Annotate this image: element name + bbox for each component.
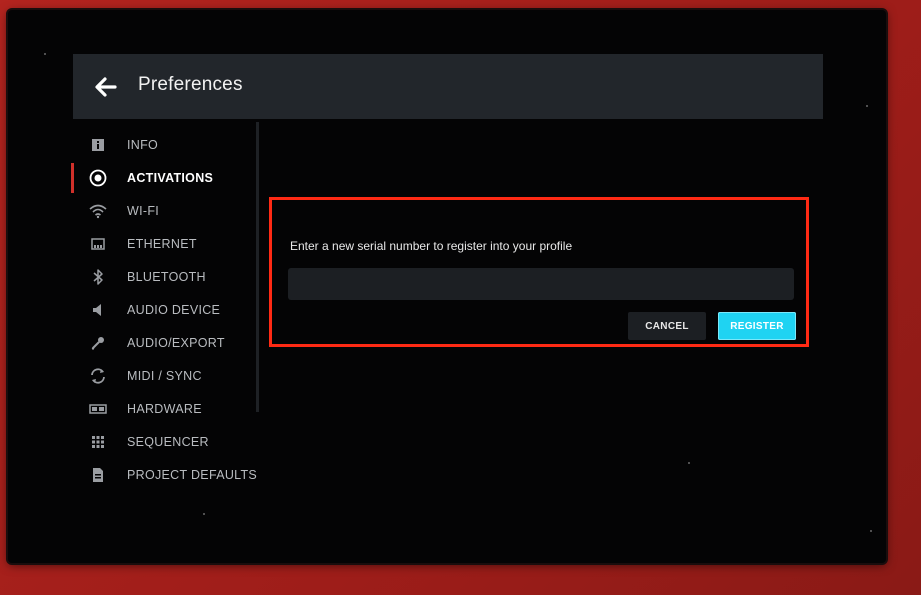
active-indicator: [71, 163, 74, 193]
sequencer-grid-icon: [89, 433, 107, 451]
screen-speck: [44, 53, 46, 55]
sidebar-item-label: PROJECT DEFAULTS: [127, 468, 258, 482]
sidebar-item-midi-sync[interactable]: MIDI / SYNC: [71, 361, 256, 391]
sidebar-item-label: HARDWARE: [127, 402, 202, 416]
info-icon: [89, 136, 107, 154]
ethernet-icon: [89, 235, 107, 253]
sidebar-item-wifi[interactable]: WI-FI: [71, 196, 256, 226]
speaker-icon: [89, 301, 107, 319]
sidebar-item-audio-device[interactable]: AUDIO DEVICE: [71, 295, 256, 325]
page-title: Preferences: [138, 74, 243, 95]
wifi-icon: [89, 202, 107, 220]
microphone-icon: [89, 334, 107, 352]
touch-screen: Preferences INFO ACTIVATIONS WI-FI ETHER…: [8, 10, 886, 563]
back-button[interactable]: [91, 72, 121, 102]
sidebar-item-label: BLUETOOTH: [127, 270, 206, 284]
device-frame: Preferences INFO ACTIVATIONS WI-FI ETHER…: [0, 0, 921, 595]
serial-number-input[interactable]: [288, 268, 794, 300]
sidebar-item-info[interactable]: INFO: [71, 130, 256, 160]
sidebar-item-project-defaults[interactable]: PROJECT DEFAULTS: [71, 460, 258, 490]
document-icon: [89, 466, 107, 484]
sidebar-item-ethernet[interactable]: ETHERNET: [71, 229, 256, 259]
screen-speck: [203, 513, 205, 515]
sidebar-item-sequencer[interactable]: SEQUENCER: [71, 427, 256, 457]
sidebar-item-label: ETHERNET: [127, 237, 197, 251]
screen-speck: [688, 462, 690, 464]
sidebar-item-label: SEQUENCER: [127, 435, 209, 449]
activations-icon: [89, 169, 107, 187]
arrow-left-icon: [95, 77, 117, 97]
register-button[interactable]: REGISTER: [718, 312, 796, 340]
register-serial-dialog: Enter a new serial number to register in…: [269, 197, 809, 347]
screen-speck: [870, 530, 872, 532]
sidebar-item-audio-export[interactable]: AUDIO/EXPORT: [71, 328, 256, 358]
sidebar-item-label: INFO: [127, 138, 159, 152]
header-bar: Preferences: [73, 54, 823, 119]
hardware-icon: [89, 400, 107, 418]
cancel-button[interactable]: CANCEL: [628, 312, 706, 340]
bluetooth-icon: [89, 268, 107, 286]
sidebar-item-label: AUDIO/EXPORT: [127, 336, 225, 350]
sidebar-item-label: AUDIO DEVICE: [127, 303, 221, 317]
sidebar-item-label: ACTIVATIONS: [127, 171, 214, 185]
sync-icon: [89, 367, 107, 385]
screen-speck: [866, 105, 868, 107]
sidebar-item-activations[interactable]: ACTIVATIONS: [71, 163, 256, 193]
sidebar: INFO ACTIVATIONS WI-FI ETHERNET BLUETOOT…: [71, 122, 261, 492]
sidebar-item-hardware[interactable]: HARDWARE: [71, 394, 256, 424]
sidebar-item-label: WI-FI: [127, 204, 160, 218]
sidebar-item-bluetooth[interactable]: BLUETOOTH: [71, 262, 256, 292]
sidebar-item-label: MIDI / SYNC: [127, 369, 202, 383]
dialog-prompt: Enter a new serial number to register in…: [290, 239, 573, 253]
